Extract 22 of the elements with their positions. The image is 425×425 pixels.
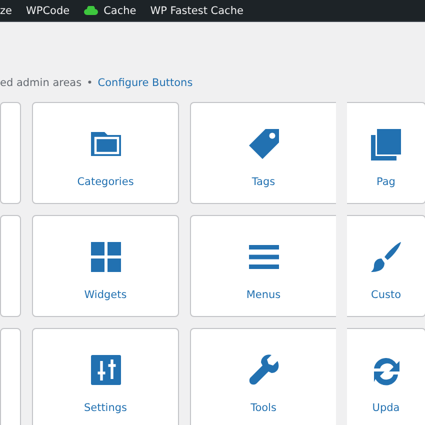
admin-area-button[interactable]: Tools (190, 328, 336, 425)
admin-area-button[interactable]: Tags (190, 102, 336, 204)
cloud-icon (84, 6, 98, 15)
admin-area-button[interactable] (0, 215, 21, 317)
admin-bar-item[interactable]: ze (0, 4, 12, 16)
pages-icon (368, 126, 404, 162)
separator-dot: • (86, 77, 93, 89)
admin-bar-item[interactable]: WP Fastest Cache (150, 4, 244, 16)
configure-buttons-link[interactable]: Configure Buttons (98, 77, 193, 89)
admin-area-button[interactable]: Menus (190, 215, 336, 317)
admin-area-button[interactable]: Categories (32, 102, 179, 204)
admin-area-button[interactable]: Upda (347, 328, 425, 425)
admin-area-button[interactable]: Custo (347, 215, 425, 317)
brush-icon (368, 239, 404, 275)
admin-area-button[interactable]: Settings (32, 328, 179, 425)
admin-area-button[interactable] (0, 102, 21, 204)
admin-area-button[interactable]: Pag (347, 102, 425, 204)
intro-text: ed admin areas (0, 77, 82, 89)
admin-area-button[interactable] (0, 328, 21, 425)
admin-bar-item[interactable]: Cache (104, 4, 136, 16)
admin-bar-item[interactable]: WPCode (26, 4, 70, 16)
admin-area-button[interactable]: Widgets (32, 215, 179, 317)
